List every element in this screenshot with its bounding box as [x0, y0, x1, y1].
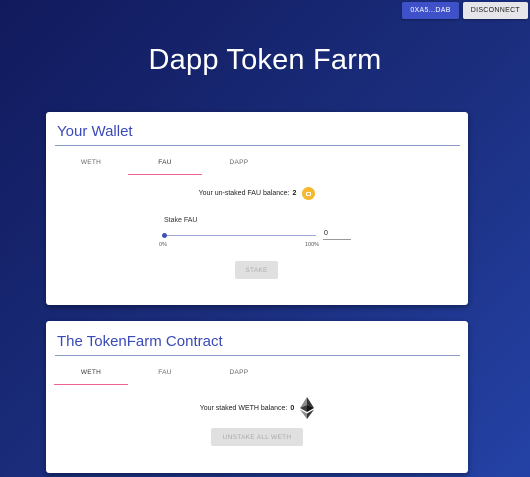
- unstaked-balance-value: 2: [292, 190, 297, 197]
- contract-card-title: The TokenFarm Contract: [57, 333, 223, 350]
- fau-token-icon: [302, 187, 316, 200]
- stake-slider-track[interactable]: [164, 235, 316, 236]
- divider: [55, 355, 460, 356]
- contract-token-tabs: WETH FAU DAPP: [54, 362, 276, 385]
- stake-slider-thumb[interactable]: [162, 233, 167, 238]
- top-bar: 0XA5...DAB DISCONNECT: [402, 2, 528, 19]
- tab-weth[interactable]: WETH: [54, 152, 128, 175]
- account-button[interactable]: 0XA5...DAB: [402, 2, 459, 19]
- stake-label: Stake FAU: [164, 217, 198, 224]
- divider: [55, 145, 460, 146]
- staked-balance-value: 0: [290, 404, 295, 412]
- tab-fau[interactable]: FAU: [128, 362, 202, 385]
- unstaked-balance-label: Your un-staked FAU balance:: [198, 190, 290, 197]
- page-title: Dapp Token Farm: [148, 44, 382, 76]
- staked-balance: Your staked WETH balance: 0: [46, 397, 468, 419]
- tab-weth[interactable]: WETH: [54, 362, 128, 385]
- stake-amount-input[interactable]: [323, 228, 351, 240]
- tab-dapp[interactable]: DAPP: [202, 152, 276, 175]
- unstake-all-button[interactable]: UNSTAKE ALL WETH: [211, 428, 303, 446]
- unstaked-balance: Your un-staked FAU balance: 2: [46, 187, 468, 200]
- stake-button[interactable]: STAKE: [235, 261, 278, 279]
- eth-icon: [300, 397, 315, 419]
- tab-fau[interactable]: FAU: [128, 152, 202, 175]
- slider-max-label: 100%: [305, 242, 320, 248]
- wallet-token-tabs: WETH FAU DAPP: [54, 152, 276, 175]
- slider-min-label: 0%: [159, 242, 167, 248]
- wallet-card: Your Wallet WETH FAU DAPP Your un-staked…: [46, 112, 468, 305]
- tab-dapp[interactable]: DAPP: [202, 362, 276, 385]
- disconnect-button[interactable]: DISCONNECT: [462, 2, 528, 19]
- contract-card: The TokenFarm Contract WETH FAU DAPP You…: [46, 321, 468, 473]
- staked-balance-label: Your staked WETH balance:: [199, 404, 288, 412]
- wallet-card-title: Your Wallet: [57, 123, 133, 140]
